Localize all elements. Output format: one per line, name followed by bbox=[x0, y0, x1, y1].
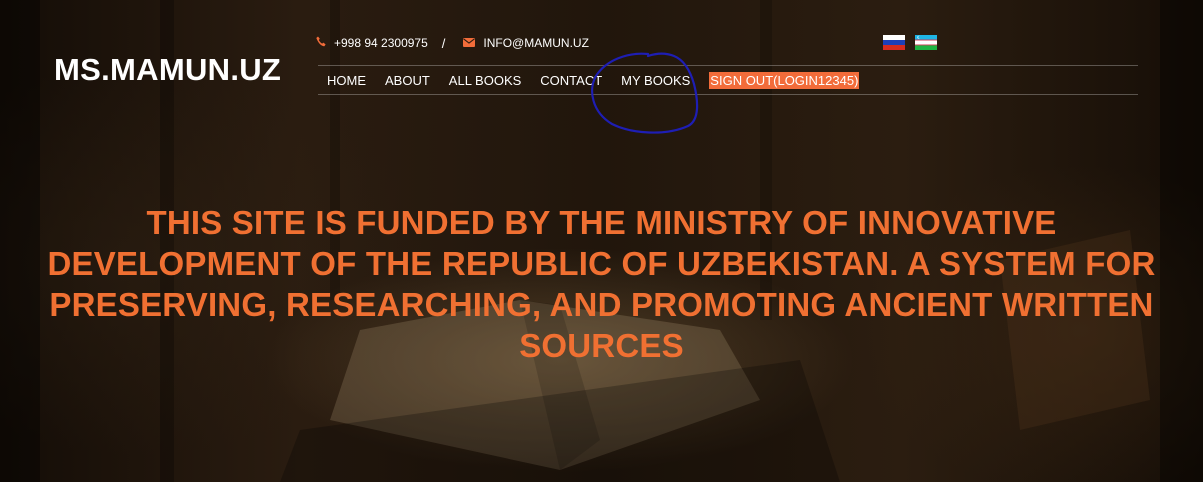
nav-top-divider bbox=[318, 65, 1138, 66]
contact-bar: +998 94 2300975 / INFO@MAMUN.UZ bbox=[316, 34, 589, 52]
envelope-icon bbox=[463, 36, 476, 50]
hero-headline: THIS SITE IS FUNDED BY THE MINISTRY OF I… bbox=[47, 204, 1156, 364]
email-link[interactable]: INFO@MAMUN.UZ bbox=[483, 36, 589, 50]
contact-separator: / bbox=[441, 35, 446, 51]
nav-bottom-divider bbox=[318, 94, 1138, 95]
language-switcher bbox=[883, 35, 937, 50]
russian-flag-icon[interactable] bbox=[883, 35, 905, 50]
nav-item-all-books[interactable]: ALL BOOKS bbox=[449, 73, 522, 88]
uzbek-flag-icon[interactable] bbox=[915, 35, 937, 50]
nav-item-home[interactable]: HOME bbox=[327, 73, 366, 88]
hand-drawn-circle-annotation bbox=[591, 52, 699, 134]
phone-number[interactable]: +998 94 2300975 bbox=[334, 36, 428, 50]
sign-out-button[interactable]: SIGN OUT(LOGIN12345) bbox=[709, 71, 860, 89]
nav-item-about[interactable]: ABOUT bbox=[385, 73, 430, 88]
site-logo[interactable]: MS.MAMUN.UZ bbox=[54, 52, 281, 88]
phone-icon bbox=[316, 36, 326, 50]
hero-background: MS.MAMUN.UZ +998 94 2300975 / INFO@MAMUN… bbox=[0, 0, 1203, 482]
